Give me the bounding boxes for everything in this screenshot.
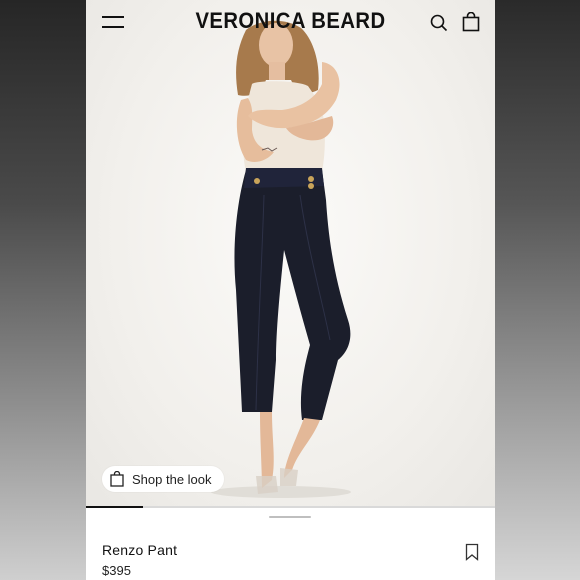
shop-the-look-label: Shop the look [132, 471, 212, 487]
top-nav: VERONICA BEARD [86, 0, 495, 46]
bookmark-icon[interactable] [465, 543, 479, 561]
shopping-bag-icon[interactable] [462, 12, 480, 32]
sheet-drag-handle[interactable] [269, 516, 311, 518]
app-screen: VERONICA BEARD Shop the look Renzo Pant … [86, 0, 495, 580]
left-backdrop [0, 0, 86, 580]
shop-the-look-button[interactable]: Shop the look [102, 466, 224, 492]
brand-logo[interactable]: VERONICA BEARD [102, 8, 478, 34]
product-info-sheet[interactable]: Renzo Pant $395 [86, 508, 495, 580]
product-hero-image[interactable] [86, 0, 495, 507]
product-name: Renzo Pant [102, 542, 178, 558]
shopping-bag-icon [110, 471, 124, 487]
search-icon[interactable] [430, 14, 448, 32]
model-photo [211, 20, 351, 498]
product-price: $395 [102, 563, 131, 578]
right-backdrop [494, 0, 580, 580]
